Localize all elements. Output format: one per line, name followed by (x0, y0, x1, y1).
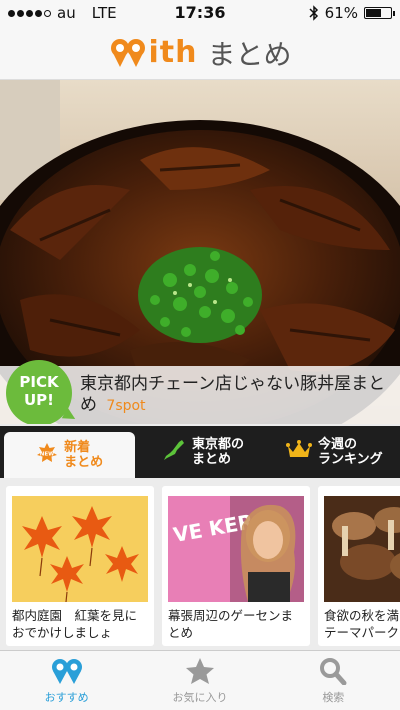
app-logo[interactable]: ith まとめ (109, 33, 292, 73)
tab-new-matome[interactable]: NEW 新着 まとめ (4, 432, 136, 478)
nav-favorites[interactable]: お気に入り (133, 651, 266, 710)
status-right: 61% (309, 4, 395, 22)
card-title: 幕張周辺のゲーセンま とめ (168, 607, 308, 641)
card-thumbnail-food (324, 496, 400, 602)
with-w-logo-icon (110, 38, 145, 67)
search-icon (320, 657, 347, 685)
matome-card[interactable]: 都内庭園 紅葉を見に おでかけしましょ (6, 486, 154, 646)
crown-icon (286, 440, 312, 464)
new-badge-icon: NEW (36, 442, 58, 468)
card-title: 都内庭園 紅葉を見に おでかけしましょ (12, 607, 152, 641)
category-tabs: NEW 新着 まとめ 東京都の まとめ 今週の ランキング (0, 426, 400, 478)
tab-ranking-label1: 今週の (318, 437, 358, 452)
tab-new-label2: まとめ (64, 455, 104, 470)
battery-percent: 61% (324, 4, 358, 22)
card-thumbnail-game-center: VE KER (168, 496, 304, 602)
card-thumbnail-autumn-leaves (12, 496, 148, 602)
pickup-badge-line1: PICK (19, 373, 59, 391)
matome-card-list: 都内庭園 紅葉を見に おでかけしましょ VE KER 幕張周辺のゲーセンま とめ (0, 478, 400, 650)
battery-icon (364, 7, 395, 19)
nav-search-label: 検索 (322, 690, 345, 704)
card-title-line2: とめ (168, 625, 194, 640)
bluetooth-icon (309, 5, 318, 21)
pickup-title: 東京都内チェーン店じゃない豚丼屋まとめ 7spot (80, 374, 392, 417)
tab-weekly-ranking[interactable]: 今週の ランキング (269, 426, 400, 478)
card-title: 食欲の秋を満 テーマパーク (324, 607, 400, 641)
matome-card[interactable]: VE KER 幕張周辺のゲーセンま とめ (162, 486, 310, 646)
card-title-line1: 幕張周辺のゲーセンま (168, 608, 294, 623)
nav-favorites-label: お気に入り (172, 690, 228, 704)
card-title-line1: 食欲の秋を満 (324, 608, 400, 623)
tab-ranking-label2: ランキング (318, 452, 383, 467)
svg-text:NEW: NEW (40, 452, 54, 458)
pickup-badge: PICK UP! (6, 360, 72, 424)
tab-tokyo-label2: まとめ (191, 452, 231, 467)
matome-card[interactable]: 食欲の秋を満 テーマパーク (318, 486, 400, 646)
card-title-line1: 都内庭園 紅葉を見に (12, 608, 138, 623)
tab-tokyo-matome[interactable]: 東京都の まとめ (137, 426, 268, 478)
pickup-hero[interactable]: 東京都内チェーン店じゃない豚丼屋まとめ 7spot PICK UP! (0, 80, 400, 424)
nav-recommend[interactable]: おすすめ (0, 651, 133, 710)
app-header: ith まとめ (0, 26, 400, 80)
battery-fill (366, 9, 381, 17)
tab-tokyo-label1: 東京都の (191, 437, 244, 452)
pickup-badge-line2: UP! (23, 391, 54, 409)
status-bar: au LTE 17:36 61% (0, 0, 400, 26)
card-title-line2: おでかけしましょ (12, 625, 113, 640)
recommend-icon (51, 658, 82, 684)
logo-suffix: まとめ (207, 37, 292, 71)
bottom-tab-bar: おすすめ お気に入り 検索 (0, 650, 400, 710)
pickup-spot-count: 7spot (106, 398, 146, 414)
nav-recommend-label: おすすめ (44, 690, 89, 704)
japan-map-icon (162, 438, 186, 466)
nav-search[interactable]: 検索 (267, 651, 400, 710)
star-icon (185, 657, 214, 684)
tab-new-label1: 新着 (64, 440, 91, 455)
card-title-line2: テーマパーク (324, 625, 400, 640)
logo-text: ith (148, 35, 198, 70)
